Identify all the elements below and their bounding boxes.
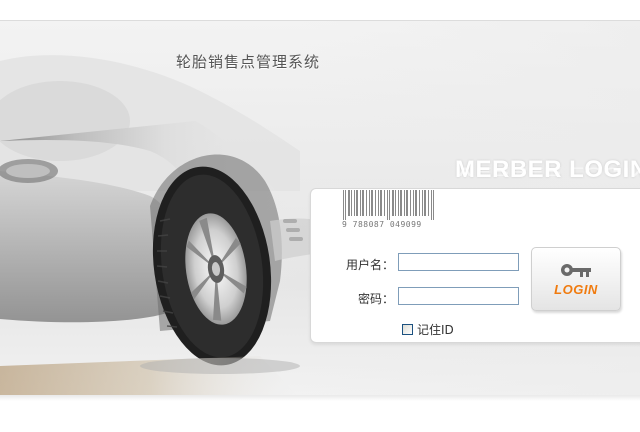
password-input[interactable] — [398, 287, 519, 305]
remember-id-label: 记住ID — [417, 323, 454, 337]
username-label: 用户名： — [345, 258, 394, 272]
member-login-reflection: MERBER LOGIN — [455, 164, 640, 179]
barcode-icon — [343, 190, 434, 220]
username-input[interactable] — [398, 253, 519, 271]
password-label: 密码： — [357, 292, 394, 306]
barcode-number: 9 788087 049099 — [342, 220, 422, 229]
login-button[interactable]: LOGIN — [531, 247, 621, 311]
app-title: 轮胎销售点管理系统 — [176, 53, 321, 71]
login-button-label: LOGIN — [554, 282, 598, 297]
panel-shadow — [0, 395, 640, 401]
remember-id-checkbox[interactable] — [402, 324, 413, 335]
key-icon — [561, 264, 591, 277]
remember-id-option[interactable]: 记住ID — [402, 321, 454, 338]
login-page: 轮胎销售点管理系统 MERBER LOGIN MERBER LOGIN 9 78… — [0, 0, 640, 432]
